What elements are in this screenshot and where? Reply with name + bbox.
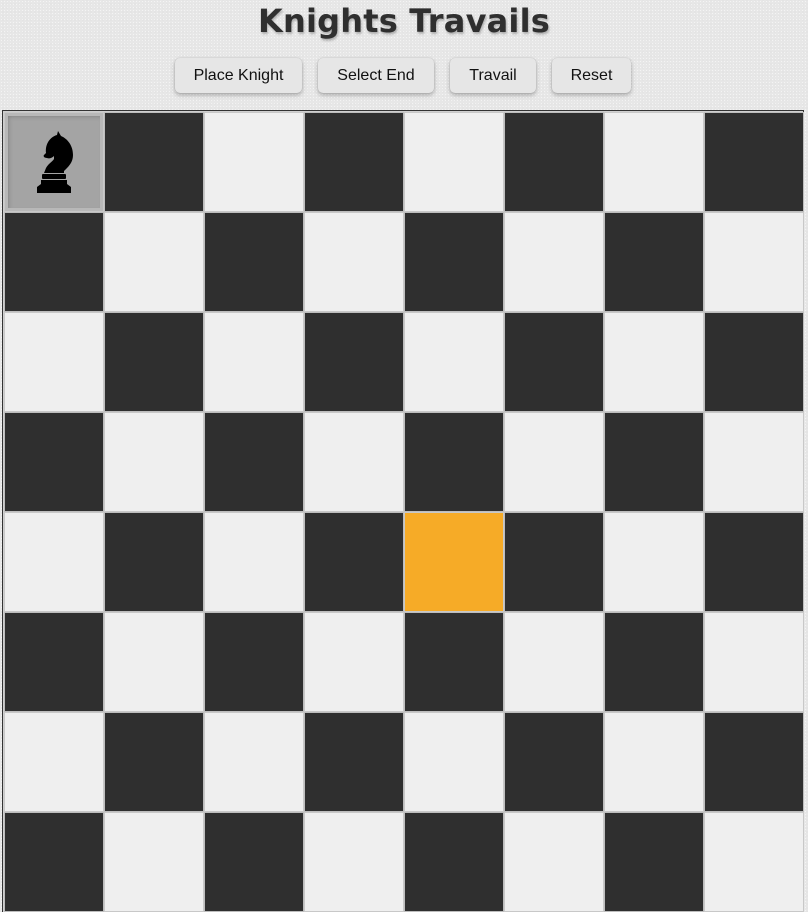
board-square[interactable] [504,212,604,312]
board-square[interactable] [604,112,704,212]
knight-icon [37,131,73,193]
board-square[interactable] [604,412,704,512]
board-square[interactable] [604,812,704,912]
board-square[interactable] [204,412,304,512]
board-square[interactable] [604,512,704,612]
board-square[interactable] [204,312,304,412]
board-square[interactable] [304,412,404,512]
board-square[interactable] [104,612,204,712]
board-square[interactable] [104,412,204,512]
board-square[interactable] [704,412,804,512]
board-square[interactable] [504,412,604,512]
board-square[interactable] [704,612,804,712]
controls-bar: Place Knight Select End Travail Reset [0,58,808,94]
board-square[interactable] [4,512,104,612]
board-square[interactable] [504,612,604,712]
board-square[interactable] [304,312,404,412]
board-square[interactable] [704,112,804,212]
board-square[interactable] [704,312,804,412]
board-square[interactable] [704,712,804,812]
board-square[interactable] [604,312,704,412]
board-square[interactable] [604,212,704,312]
travail-button[interactable]: Travail [450,58,536,93]
board-square[interactable] [404,412,504,512]
board-square[interactable] [504,512,604,612]
board-square-end[interactable] [404,512,504,612]
board-square[interactable] [504,812,604,912]
board-square[interactable] [304,512,404,612]
board-square[interactable] [304,812,404,912]
board-square[interactable] [404,712,504,812]
board-square[interactable] [404,212,504,312]
board-square[interactable] [204,712,304,812]
board-square[interactable] [504,312,604,412]
reset-button[interactable]: Reset [552,58,631,93]
board-square[interactable] [104,812,204,912]
board-square[interactable] [4,812,104,912]
board-square[interactable] [604,712,704,812]
board-square[interactable] [304,212,404,312]
board-square-start[interactable] [4,112,104,212]
board-square[interactable] [704,812,804,912]
board-square[interactable] [704,512,804,612]
board-square[interactable] [204,512,304,612]
board-square[interactable] [104,312,204,412]
board-square[interactable] [104,212,204,312]
board-square[interactable] [104,112,204,212]
board-square[interactable] [204,112,304,212]
board-square[interactable] [204,212,304,312]
board-square[interactable] [104,512,204,612]
board-square[interactable] [4,312,104,412]
board-square[interactable] [704,212,804,312]
board-square[interactable] [304,612,404,712]
board-square[interactable] [204,612,304,712]
chess-board [2,110,804,912]
board-square[interactable] [504,712,604,812]
board-square[interactable] [504,112,604,212]
page-title: Knights Travails [257,2,551,40]
board-square[interactable] [304,112,404,212]
board-square[interactable] [404,312,504,412]
board-square[interactable] [304,712,404,812]
board-square[interactable] [4,212,104,312]
board-square[interactable] [404,812,504,912]
board-square[interactable] [604,612,704,712]
board-square[interactable] [4,412,104,512]
board-square[interactable] [204,812,304,912]
board-square[interactable] [404,112,504,212]
board-square[interactable] [4,612,104,712]
board-square[interactable] [404,612,504,712]
select-end-button[interactable]: Select End [318,58,434,93]
place-knight-button[interactable]: Place Knight [175,58,302,93]
board-square[interactable] [104,712,204,812]
board-square[interactable] [4,712,104,812]
